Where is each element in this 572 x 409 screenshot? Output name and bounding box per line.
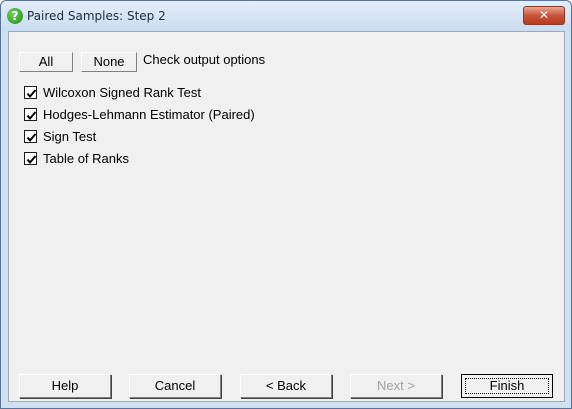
checkbox[interactable] <box>24 107 37 121</box>
checkbox[interactable] <box>24 151 37 165</box>
checkbox[interactable] <box>24 85 37 99</box>
none-button[interactable]: None <box>81 52 137 72</box>
option-label: Table of Ranks <box>43 150 129 166</box>
option-label: Wilcoxon Signed Rank Test <box>43 84 202 100</box>
option-wilcoxon[interactable]: Wilcoxon Signed Rank Test <box>24 84 201 100</box>
dialog-window: ? Paired Samples: Step 2 ✕ All None Chec… <box>0 0 572 409</box>
next-button[interactable]: Next > <box>350 374 442 398</box>
help-question-icon: ? <box>7 8 23 24</box>
checkmark-icon <box>26 110 37 120</box>
cancel-button[interactable]: Cancel <box>129 374 221 398</box>
finish-button-label: Finish <box>465 378 549 394</box>
checkmark-icon <box>26 154 37 164</box>
option-label: Sign Test <box>43 128 97 144</box>
checkbox[interactable] <box>24 129 37 143</box>
close-icon: ✕ <box>538 8 550 22</box>
title-bar[interactable]: ? Paired Samples: Step 2 ✕ <box>1 1 571 31</box>
dialog-client-area: All None Check output options Wilcoxon S… <box>8 31 565 402</box>
finish-button[interactable]: Finish <box>461 374 553 398</box>
option-table-of-ranks[interactable]: Table of Ranks <box>24 150 129 166</box>
window-title: Paired Samples: Step 2 <box>27 9 166 23</box>
option-hodges-lehmann[interactable]: Hodges-Lehmann Estimator (Paired) <box>24 106 255 122</box>
check-output-options-label: Check output options <box>143 52 266 67</box>
checkmark-icon <box>26 88 37 98</box>
checkmark-icon <box>26 132 37 142</box>
back-button[interactable]: < Back <box>240 374 332 398</box>
option-label: Hodges-Lehmann Estimator (Paired) <box>43 106 255 122</box>
all-button[interactable]: All <box>19 52 73 72</box>
close-button[interactable]: ✕ <box>523 6 565 25</box>
help-button[interactable]: Help <box>19 374 111 398</box>
option-sign-test[interactable]: Sign Test <box>24 128 96 144</box>
